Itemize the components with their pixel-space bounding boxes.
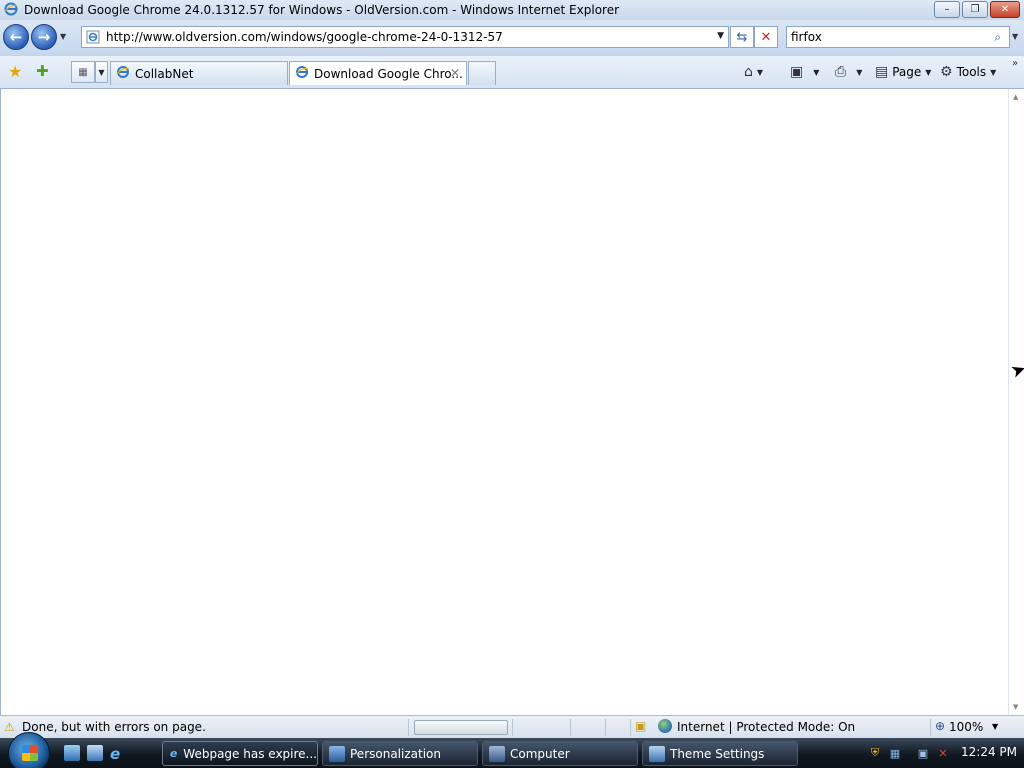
taskbar-item-personalization[interactable]: Personalization <box>322 741 478 766</box>
status-divider <box>570 719 571 736</box>
print-button[interactable]: ⎙ ▼ <box>835 62 862 82</box>
scroll-up-icon[interactable]: ▲ <box>1013 93 1018 101</box>
progress-bar <box>414 720 508 735</box>
page-ie-icon <box>86 30 100 44</box>
task-label: Theme Settings <box>670 746 765 761</box>
address-bar[interactable]: http://www.oldversion.com/windows/google… <box>81 26 729 48</box>
address-toolbar: ← → ▼ http://www.oldversion.com/windows/… <box>0 20 1024 56</box>
tab-command-bar: ★ ✚ ▦ ▼ CollabNet Download Google Chro..… <box>0 56 1024 89</box>
ie-quicklaunch-icon[interactable]: e <box>110 745 126 763</box>
page-menu[interactable]: ▤ Page ▼ <box>875 62 931 82</box>
search-icon[interactable]: ⌕ <box>994 30 1001 45</box>
rss-icon: ▣ <box>790 64 804 80</box>
show-desktop-icon[interactable] <box>64 745 80 761</box>
close-tab-icon[interactable]: ✕ <box>450 66 460 80</box>
tab-list-dropdown[interactable]: ▼ <box>95 61 108 83</box>
globe-icon <box>658 719 672 733</box>
volume-muted-icon[interactable]: ✕ <box>936 746 950 760</box>
taskbar-item-ie[interactable]: e Webpage has expire... <box>162 741 318 766</box>
quick-tabs-button[interactable]: ▦ <box>71 61 95 83</box>
printer-icon: ⎙ <box>835 64 847 80</box>
tools-menu-label: Tools <box>956 65 987 79</box>
status-divider <box>930 719 931 736</box>
network-icon[interactable]: ▣ <box>916 746 930 760</box>
status-text: Done, but with errors on page. <box>22 720 206 734</box>
page-menu-label: Page <box>892 65 922 79</box>
taskbar: e e Webpage has expire... Personalizatio… <box>0 732 1024 768</box>
start-button[interactable] <box>8 732 50 768</box>
favorites-star-icon[interactable]: ★ <box>8 62 22 81</box>
grid-icon: ▦ <box>78 66 88 78</box>
task-label: Webpage has expire... <box>183 746 317 761</box>
refresh-button[interactable]: ⇆ <box>730 26 754 48</box>
close-button[interactable]: ✕ <box>990 1 1020 18</box>
tab-download-chrome[interactable]: Download Google Chro... ✕ <box>289 61 467 85</box>
address-dropdown-icon[interactable]: ▼ <box>717 31 724 41</box>
windows-logo-icon <box>22 745 38 761</box>
forward-button[interactable]: → <box>31 24 57 50</box>
page-content[interactable] <box>0 89 1008 715</box>
recent-pages-dropdown-icon[interactable]: ▼ <box>60 32 66 41</box>
monitor-icon <box>329 745 345 762</box>
address-url[interactable]: http://www.oldversion.com/windows/google… <box>106 30 503 44</box>
theme-icon <box>649 745 665 762</box>
restore-button[interactable]: ❐ <box>962 1 988 18</box>
ie-icon <box>116 65 130 82</box>
stop-button[interactable]: ✕ <box>754 26 778 48</box>
more-commands-icon[interactable]: » <box>1012 58 1018 69</box>
popup-blocker-icon[interactable]: ▣ <box>635 719 646 733</box>
system-tray: ⛨ ▦ ▣ ✕ <box>868 742 950 764</box>
gear-icon: ⚙ <box>940 64 953 80</box>
computer-icon <box>489 745 505 762</box>
search-box[interactable]: ⌕ <box>786 26 1010 48</box>
tab-label: Download Google Chro... <box>314 66 463 81</box>
status-divider <box>630 719 631 736</box>
add-favorite-icon[interactable]: ✚ <box>36 62 49 80</box>
ie-icon <box>4 2 18 19</box>
windows-update-icon[interactable]: ▦ <box>888 746 902 760</box>
security-zone-text[interactable]: Internet | Protected Mode: On <box>677 720 855 734</box>
status-divider <box>512 719 513 736</box>
minimize-button[interactable]: – <box>934 1 960 18</box>
task-label: Personalization <box>350 746 441 761</box>
window-title: Download Google Chrome 24.0.1312.57 for … <box>24 3 620 17</box>
clock[interactable]: 12:24 PM <box>961 745 1017 759</box>
feeds-button[interactable]: ▣ ▼ <box>790 62 819 82</box>
tools-menu[interactable]: ⚙ Tools ▼ <box>940 62 996 82</box>
status-divider <box>605 719 606 736</box>
warning-icon[interactable]: ⚠ <box>4 720 15 734</box>
home-button[interactable]: ⌂ ▼ <box>744 62 763 82</box>
switch-windows-icon[interactable] <box>87 745 103 761</box>
title-bar: Download Google Chrome 24.0.1312.57 for … <box>0 0 1024 20</box>
search-options-dropdown-icon[interactable]: ▼ <box>1012 32 1018 41</box>
zoom-level[interactable]: 100% <box>949 720 983 734</box>
zoom-icon[interactable]: ⊕ <box>935 719 945 733</box>
back-button[interactable]: ← <box>3 24 29 50</box>
page-icon: ▤ <box>875 64 889 80</box>
new-tab-button[interactable] <box>468 61 496 85</box>
status-bar: ⚠ Done, but with errors on page. ▣ Inter… <box>0 715 1024 738</box>
search-input[interactable] <box>787 27 977 47</box>
taskbar-item-computer[interactable]: Computer <box>482 741 638 766</box>
status-divider <box>408 719 409 736</box>
scroll-down-icon[interactable]: ▼ <box>1013 703 1018 711</box>
shield-icon[interactable]: ⛨ <box>868 746 882 760</box>
tab-label: CollabNet <box>135 66 194 81</box>
tab-collabnet[interactable]: CollabNet <box>110 61 288 85</box>
vertical-scrollbar[interactable]: ▲ ▼ <box>1008 89 1024 715</box>
ie-icon <box>295 65 309 82</box>
taskbar-item-theme-settings[interactable]: Theme Settings <box>642 741 798 766</box>
zoom-dropdown-icon[interactable]: ▼ <box>992 722 998 731</box>
task-label: Computer <box>510 746 570 761</box>
home-icon: ⌂ <box>744 64 753 80</box>
ie-icon: e <box>169 747 178 760</box>
